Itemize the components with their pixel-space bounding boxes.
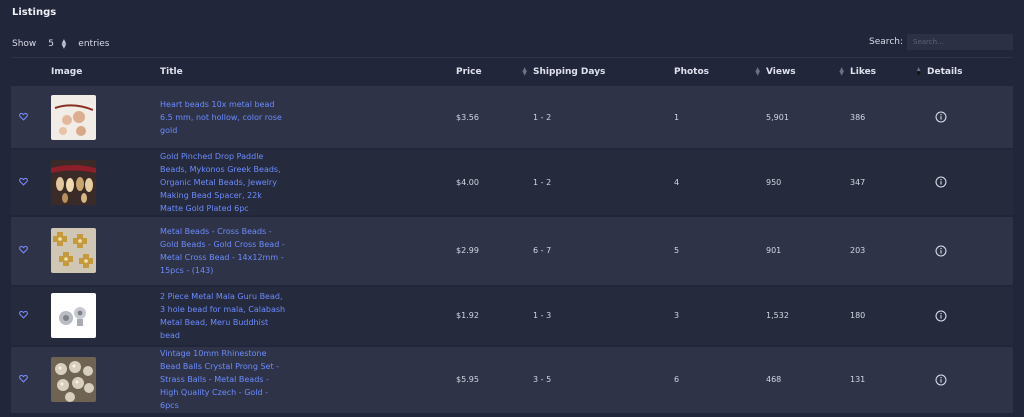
listings-table: Image Title Price ▲ ▼ Shipping Days Photos…	[11, 57, 1013, 415]
entries-select-value: 5	[48, 39, 55, 49]
views-cell: 1,532	[766, 311, 789, 320]
heart-icon[interactable]	[19, 245, 28, 254]
table-row: 2 Piece Metal Mala Guru Bead, 3 hole bea…	[11, 285, 1013, 346]
paddle-beads-photo[interactable]	[51, 159, 96, 205]
photos-cell: 4	[674, 177, 680, 187]
heart-icon[interactable]	[19, 177, 28, 186]
heart-icon[interactable]	[19, 374, 28, 383]
search-control: Search:	[869, 34, 1013, 50]
photos-cell: 5	[674, 246, 680, 255]
photos-cell: 6	[674, 375, 680, 384]
sort-icon: ▲ ▼	[839, 66, 844, 77]
column-header-favorite	[11, 57, 51, 87]
page-title: Listings	[12, 7, 57, 18]
info-icon[interactable]	[935, 176, 947, 188]
listing-title-link[interactable]: Gold Pinched Drop Paddle Beads, Mykonos …	[160, 150, 456, 215]
rhinestone-balls-photo[interactable]	[51, 357, 96, 402]
price-cell: $1.92	[456, 311, 479, 320]
likes-header-label: Likes	[850, 67, 877, 77]
guru-bead-photo[interactable]	[51, 293, 96, 338]
heart-beads-photo[interactable]	[51, 94, 96, 140]
table-header-row: Image Title Price ▲ ▼ Shipping Days Photos…	[11, 57, 1013, 87]
likes-cell: 386	[850, 112, 866, 122]
search-input[interactable]	[907, 34, 1013, 50]
views-cell: 901	[766, 246, 782, 255]
likes-cell: 180	[850, 311, 866, 320]
price-header-label: Price	[456, 67, 482, 77]
likes-cell: 203	[850, 246, 866, 255]
select-arrows-icon: ▲ ▼	[61, 38, 67, 50]
cross-beads-photo[interactable]	[51, 228, 96, 273]
views-cell: 950	[766, 177, 782, 187]
sort-desc-icon: ▲ ▼	[916, 66, 921, 77]
search-label: Search:	[869, 37, 903, 47]
entries-length-control: Show 5 ▲ ▼ entries	[12, 36, 110, 52]
column-header-details: Details	[927, 57, 1013, 87]
listings-page: Listings Show 5 ▲▼ entries Search: Image…	[0, 0, 1024, 417]
column-header-title: Title	[160, 57, 456, 87]
listing-title-link[interactable]: Heart beads 10x metal bead 6.5 mm, not h…	[160, 98, 456, 137]
likes-cell: 131	[850, 375, 866, 384]
shipping-days-cell: 1 - 2	[533, 112, 552, 122]
info-icon[interactable]	[935, 111, 947, 123]
views-header-label: Views	[766, 67, 796, 77]
table-row: Vintage 10mm Rhinestone Bead Balls Cryst…	[11, 345, 1013, 414]
price-cell: $2.99	[456, 246, 479, 255]
likes-cell: 347	[850, 177, 866, 187]
table-row: Heart beads 10x metal bead 6.5 mm, not h…	[11, 86, 1013, 149]
photos-header-label: Photos	[674, 67, 710, 77]
info-icon[interactable]	[935, 245, 947, 257]
entries-label: entries	[78, 39, 110, 49]
show-label: Show	[12, 39, 37, 49]
column-header-image: Image	[51, 57, 160, 87]
entries-select[interactable]: 5 ▲ ▼	[44, 37, 71, 51]
listing-title-link[interactable]: Vintage 10mm Rhinestone Bead Balls Cryst…	[160, 347, 456, 412]
column-header-shipping-days[interactable]: Shipping Days	[533, 57, 674, 87]
views-cell: 5,901	[766, 112, 789, 122]
price-cell: $4.00	[456, 177, 479, 187]
column-header-views[interactable]: Views ▲ ▼	[766, 57, 850, 87]
listing-title-link[interactable]: 2 Piece Metal Mala Guru Bead, 3 hole bea…	[160, 290, 456, 342]
sort-icon: ▲ ▼	[755, 66, 760, 77]
column-header-photos[interactable]: Photos ▲ ▼	[674, 57, 766, 87]
shipping-days-cell: 1 - 3	[533, 311, 552, 320]
info-icon[interactable]	[935, 310, 947, 322]
listing-title-link[interactable]: Metal Beads - Cross Beads - Gold Beads -…	[160, 225, 456, 277]
price-cell: $5.95	[456, 375, 479, 384]
photos-cell: 1	[674, 112, 680, 122]
heart-icon[interactable]	[19, 310, 28, 319]
info-icon[interactable]	[935, 374, 947, 386]
price-cell: $3.56	[456, 112, 479, 122]
shipping-days-cell: 1 - 2	[533, 177, 552, 187]
heart-icon[interactable]	[19, 112, 28, 121]
shipping-days-cell: 6 - 7	[533, 246, 552, 255]
table-row: Metal Beads - Cross Beads - Gold Beads -…	[11, 215, 1013, 286]
views-cell: 468	[766, 375, 782, 384]
column-header-price[interactable]: Price ▲ ▼	[456, 57, 533, 87]
shipping-days-cell: 3 - 5	[533, 375, 552, 384]
photos-cell: 3	[674, 311, 680, 320]
sort-icon: ▲ ▼	[522, 66, 527, 77]
table-row: Gold Pinched Drop Paddle Beads, Mykonos …	[11, 148, 1013, 216]
column-header-likes[interactable]: Likes ▲ ▼	[850, 57, 927, 87]
